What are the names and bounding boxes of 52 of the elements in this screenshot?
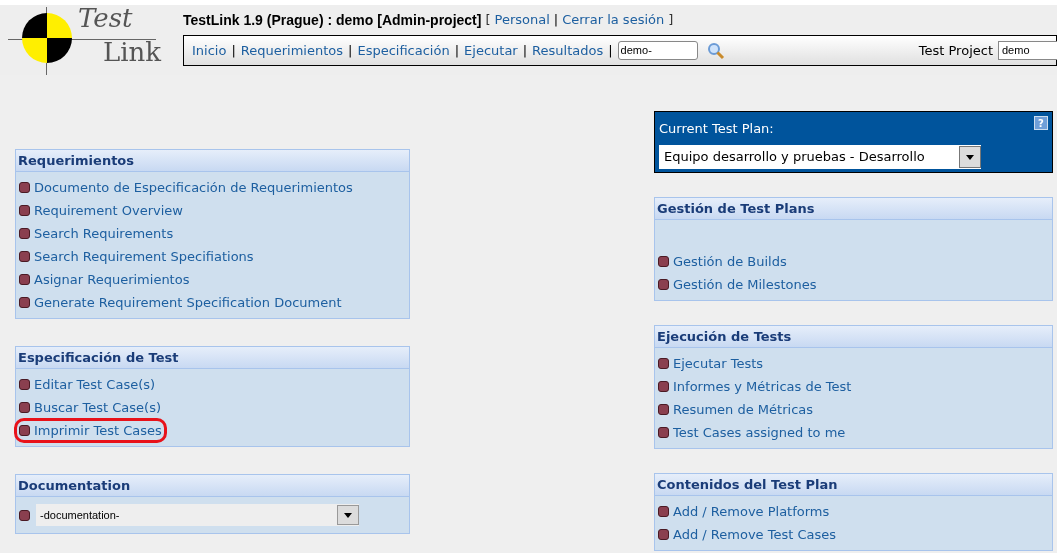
bullet-icon	[658, 506, 669, 517]
bullet-icon	[658, 529, 669, 540]
panel-title: Especificación de Test	[18, 348, 179, 367]
bullet-icon	[19, 228, 30, 239]
nav-link[interactable]: Ejecutar	[464, 40, 518, 61]
nav-link[interactable]: Requerimientos	[240, 40, 344, 61]
project-select[interactable]: demo	[998, 41, 1057, 60]
documentation-select[interactable]: -documentation-	[36, 504, 359, 526]
bullet-icon	[658, 256, 669, 267]
separator-text: |	[553, 11, 559, 30]
bracket-text: ]	[668, 11, 674, 30]
project-label: Test Project	[918, 41, 993, 60]
search-field[interactable]: demo-	[617, 41, 698, 60]
separator-text: |	[231, 41, 236, 60]
bracket-text: [	[485, 11, 491, 30]
bullet-icon	[19, 425, 30, 436]
bullet-icon	[19, 402, 30, 413]
bullet-icon	[19, 379, 30, 390]
separator-text: |	[608, 41, 613, 60]
panel-title: Contenidos del Test Plan	[657, 475, 838, 494]
header-link[interactable]: Personal	[494, 10, 550, 30]
separator-text: |	[522, 41, 528, 60]
separator-text: |	[454, 41, 460, 60]
panel-title: Requerimientos	[18, 151, 135, 170]
bullet-icon	[658, 427, 669, 438]
page-title: TestLink 1.9 (Prague) : demo [Admin-project]	[183, 10, 482, 30]
test-plan-select[interactable]: Equipo desarrollo y pruebas - Desarrollo	[659, 145, 981, 169]
bullet-icon	[658, 404, 669, 415]
bullet-icon	[19, 182, 30, 193]
help-button[interactable]: ?	[1034, 116, 1048, 130]
header-link[interactable]: Cerrar la sesión	[562, 10, 665, 30]
testlink-logo: Test Link	[8, 5, 163, 73]
nav-link[interactable]: Especificación	[357, 40, 450, 61]
bullet-icon	[19, 205, 30, 216]
bullet-icon	[19, 251, 30, 262]
current-plan-label: Current Test Plan:	[659, 121, 774, 136]
bullet-icon	[19, 509, 30, 521]
bullet-icon	[19, 274, 30, 285]
bullet-icon	[658, 279, 669, 290]
nav-link[interactable]: Inicio	[192, 40, 227, 61]
panel-title: Documentation	[18, 476, 131, 495]
nav-link[interactable]: Resultados	[532, 40, 604, 61]
caret-icon	[966, 154, 974, 160]
bullet-icon	[658, 381, 669, 392]
search-icon[interactable]	[706, 41, 725, 60]
panel-title: Gestión de Test Plans	[657, 199, 815, 218]
bullet-icon	[19, 297, 30, 308]
bullet-icon	[658, 358, 669, 369]
separator-text: |	[348, 41, 353, 60]
panel-title: Ejecución de Tests	[657, 327, 792, 346]
menu-link[interactable]: Imprimir Test Cases	[34, 420, 162, 441]
caret-icon	[344, 512, 352, 518]
